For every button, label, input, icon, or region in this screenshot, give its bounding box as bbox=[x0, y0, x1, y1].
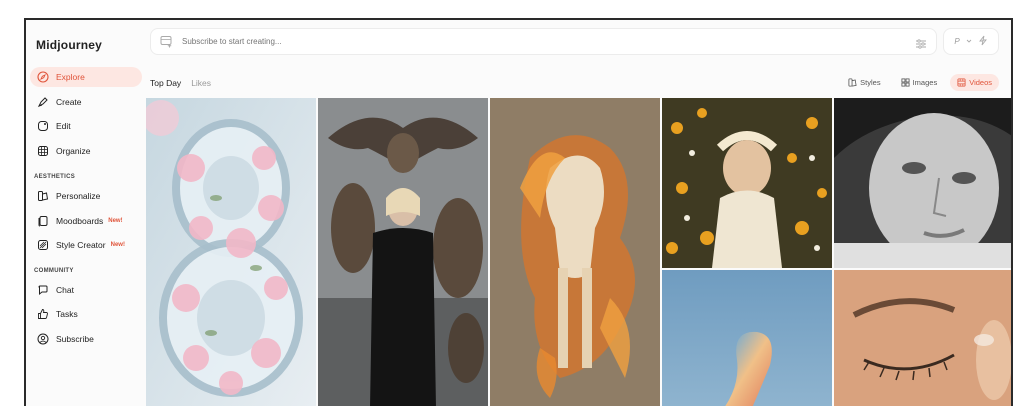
styles-icon bbox=[848, 78, 857, 87]
filter-images-button[interactable]: Images bbox=[894, 74, 945, 91]
grid-icon bbox=[36, 145, 49, 158]
sidebar-item-label: Explore bbox=[56, 72, 85, 82]
gallery-item-fire-horse[interactable] bbox=[490, 98, 660, 406]
sidebar: Midjourney Explore Create Edit Organize bbox=[26, 20, 146, 406]
sidebar-item-label: Subscribe bbox=[56, 334, 94, 344]
gallery-item-bw-portrait[interactable] bbox=[834, 98, 1011, 268]
gallery-item-crystal-eight[interactable] bbox=[146, 98, 316, 406]
new-badge: New! bbox=[110, 242, 125, 248]
filter-videos-button[interactable]: Videos bbox=[950, 74, 999, 91]
settings-sliders-icon[interactable] bbox=[915, 37, 927, 49]
user-circle-icon bbox=[36, 333, 49, 346]
sidebar-item-label: Create bbox=[56, 97, 82, 107]
sidebar-item-personalize[interactable]: Personalize bbox=[30, 186, 142, 206]
sidebar-item-explore[interactable]: Explore bbox=[30, 67, 142, 87]
brush-icon bbox=[36, 96, 49, 109]
palette-icon bbox=[36, 190, 49, 203]
app-window: Midjourney Explore Create Edit Organize bbox=[24, 18, 1013, 406]
sidebar-item-label: Tasks bbox=[56, 309, 78, 319]
sidebar-item-edit[interactable]: Edit bbox=[30, 116, 142, 136]
mode-label: P bbox=[954, 37, 960, 46]
mode-selector[interactable]: P bbox=[943, 28, 999, 55]
gallery-item-eye-closeup[interactable] bbox=[834, 270, 1011, 406]
filter-label: Styles bbox=[860, 78, 881, 87]
image-gallery bbox=[146, 98, 1011, 406]
media-filters: Styles Images Videos bbox=[841, 74, 999, 91]
prompt-input[interactable] bbox=[182, 37, 882, 46]
gallery-item-flower-child[interactable] bbox=[662, 98, 832, 268]
section-label-aesthetics: AESTHETICS bbox=[34, 174, 76, 180]
image-add-icon[interactable] bbox=[160, 35, 173, 48]
tab-likes[interactable]: Likes bbox=[191, 78, 211, 88]
sidebar-item-tasks[interactable]: Tasks bbox=[30, 304, 142, 324]
style-creator-icon bbox=[36, 239, 49, 252]
sidebar-item-label: Moodboards bbox=[56, 216, 104, 226]
sidebar-item-label: Personalize bbox=[56, 191, 101, 201]
sidebar-item-label: Chat bbox=[56, 285, 74, 295]
sidebar-item-style-creator[interactable]: Style Creator New! bbox=[30, 235, 142, 255]
sidebar-item-create[interactable]: Create bbox=[30, 92, 142, 112]
gallery-item-woman-owls[interactable] bbox=[318, 98, 488, 406]
images-icon bbox=[901, 78, 910, 87]
chevron-down-icon bbox=[966, 37, 972, 46]
tab-top-day[interactable]: Top Day bbox=[150, 78, 181, 88]
sidebar-item-label: Edit bbox=[56, 121, 71, 131]
new-badge: New! bbox=[108, 218, 123, 224]
lightning-icon[interactable] bbox=[978, 35, 988, 48]
feed-tabs: Top Day Likes bbox=[150, 78, 211, 88]
filter-label: Images bbox=[912, 78, 938, 87]
app-logo[interactable]: Midjourney bbox=[36, 38, 102, 52]
sidebar-item-chat[interactable]: Chat bbox=[30, 280, 142, 300]
chat-icon bbox=[36, 284, 49, 297]
sidebar-item-label: Style Creator bbox=[56, 240, 106, 250]
sidebar-item-organize[interactable]: Organize bbox=[30, 141, 142, 161]
compass-icon bbox=[36, 71, 49, 84]
edit-icon bbox=[36, 120, 49, 133]
prompt-bar[interactable] bbox=[150, 28, 937, 55]
sidebar-item-subscribe[interactable]: Subscribe bbox=[30, 329, 142, 349]
filter-styles-button[interactable]: Styles bbox=[841, 74, 887, 91]
sidebar-item-moodboards[interactable]: Moodboards New! bbox=[30, 211, 142, 231]
videos-icon bbox=[957, 78, 966, 87]
gallery-item-abstract-shape[interactable] bbox=[662, 270, 832, 406]
filter-label: Videos bbox=[969, 78, 992, 87]
thumbs-up-icon bbox=[36, 308, 49, 321]
moodboard-icon bbox=[36, 215, 49, 228]
sidebar-item-label: Organize bbox=[56, 146, 91, 156]
section-label-community: COMMUNITY bbox=[34, 268, 74, 274]
